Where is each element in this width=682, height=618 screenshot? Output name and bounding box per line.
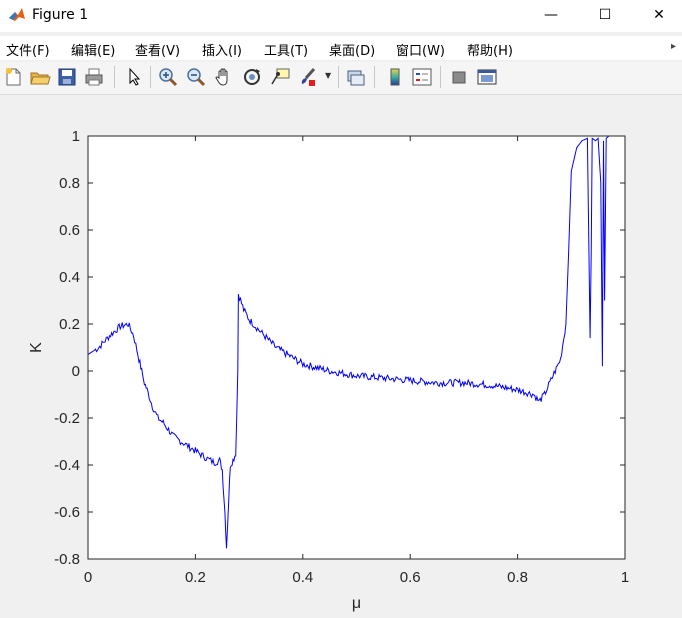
x-tick-label: 0.2 (185, 569, 206, 586)
close-button[interactable]: ✕ (636, 0, 682, 30)
new-figure-icon[interactable] (2, 66, 24, 88)
y-tick-label: 0.2 (59, 316, 80, 333)
y-tick-label: 1 (72, 128, 80, 145)
x-tick-label: 0.8 (507, 569, 528, 586)
toolbar-separator (150, 66, 151, 88)
brush-dropdown-icon[interactable]: ▼ (325, 71, 331, 80)
y-tick-label: 0.4 (59, 269, 80, 286)
y-tick-label: -0.8 (54, 551, 80, 568)
matlab-logo-icon (8, 6, 26, 24)
x-tick-label: 1 (621, 569, 629, 586)
window-titlebar: Figure 1 — ☐ ✕ (0, 0, 682, 32)
rotate-3d-icon[interactable] (241, 66, 263, 88)
x-tick-label: 0.4 (292, 569, 313, 586)
legend-icon[interactable] (411, 66, 433, 88)
y-tick-label: -0.2 (54, 410, 80, 427)
toolbar-separator (338, 66, 339, 88)
menu-file[interactable]: 文件(F) (6, 40, 50, 59)
link-plot-icon[interactable] (345, 66, 367, 88)
zoom-out-icon[interactable] (185, 66, 207, 88)
y-tick-label: 0.8 (59, 175, 80, 192)
figure-axes-chart[interactable]: 0 0.2 0.4 0.6 0.8 1 -0.8 -0.6 -0.4 -0.2 0 0.2 0.4 0.6… (0, 96, 682, 616)
save-icon[interactable] (56, 66, 78, 88)
menu-edit[interactable]: 编辑(E) (71, 40, 115, 59)
pan-hand-icon[interactable] (213, 66, 235, 88)
menu-tools[interactable]: 工具(T) (264, 40, 308, 59)
print-icon[interactable] (83, 66, 105, 88)
y-axis-label: K (28, 342, 45, 353)
arrow-pointer-icon[interactable] (123, 66, 145, 88)
x-tick-label: 0 (84, 569, 92, 586)
x-axis-label: μ (352, 595, 361, 612)
data-cursor-icon[interactable] (269, 66, 291, 88)
plot-area (88, 136, 625, 559)
y-tick-label: 0 (72, 363, 80, 380)
toolbar-separator (440, 66, 441, 88)
toolbar-separator (114, 66, 115, 88)
menubar: 文件(F) 编辑(E) 查看(V) 插入(I) 工具(T) 桌面(D) 窗口(W… (0, 36, 682, 60)
colorbar-icon[interactable] (384, 66, 406, 88)
menu-window[interactable]: 窗口(W) (396, 40, 445, 59)
menu-insert[interactable]: 插入(I) (202, 40, 242, 59)
show-plot-tools-icon[interactable] (476, 66, 498, 88)
menu-desktop[interactable]: 桌面(D) (329, 40, 375, 59)
toolbar-separator (374, 66, 375, 88)
x-tick-label: 0.6 (400, 569, 421, 586)
maximize-button[interactable]: ☐ (582, 0, 628, 30)
y-tick-label: 0.6 (59, 222, 80, 239)
window-title: Figure 1 (32, 7, 89, 23)
y-tick-label: -0.6 (54, 504, 80, 521)
zoom-in-icon[interactable] (157, 66, 179, 88)
menu-help[interactable]: 帮助(H) (467, 40, 513, 59)
open-file-icon[interactable] (29, 66, 51, 88)
menubar-overflow-arrow[interactable]: ▸ (671, 41, 676, 52)
hide-plot-tools-icon[interactable] (448, 66, 470, 88)
menu-view[interactable]: 查看(V) (135, 40, 180, 59)
minimize-button[interactable]: — (528, 0, 574, 30)
y-tick-label: -0.4 (54, 457, 80, 474)
brush-icon[interactable] (297, 66, 319, 88)
